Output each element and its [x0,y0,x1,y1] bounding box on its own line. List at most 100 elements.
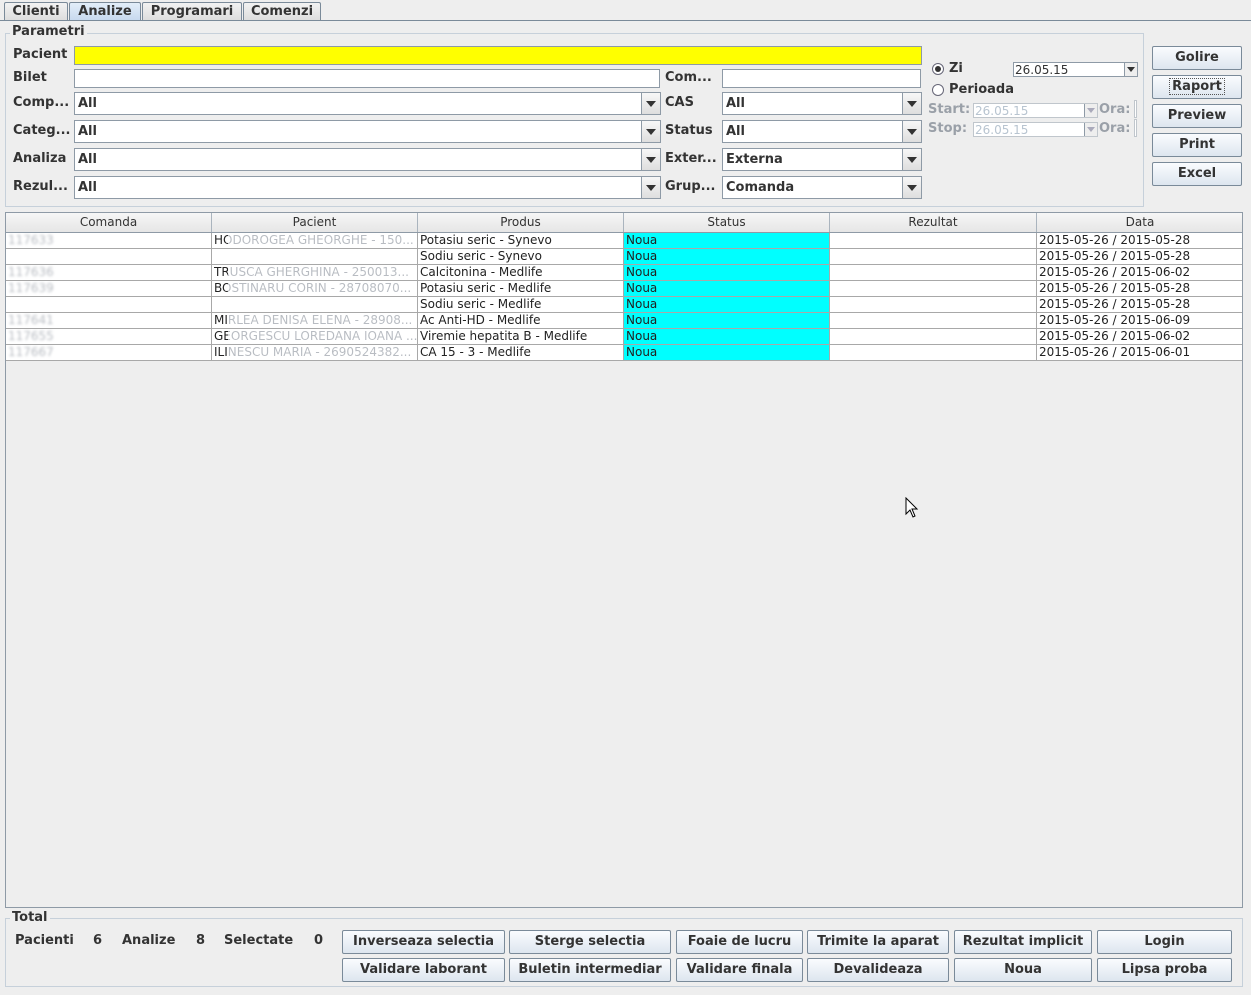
exter-select[interactable]: Externa [722,148,922,171]
chevron-down-icon[interactable] [641,149,660,170]
zi-radio[interactable] [932,63,944,75]
raport-button[interactable]: Raport [1152,75,1242,99]
chevron-down-icon[interactable] [902,149,921,170]
tab-comenzi[interactable]: Comenzi [243,2,321,21]
cell-data: 2015-05-26 / 2015-05-28 [1037,281,1242,297]
golire-button[interactable]: Golire [1152,46,1242,70]
stop-ora-label: Ora: [1099,121,1131,136]
tab-clienti[interactable]: Clienti [4,2,68,21]
rezul-select[interactable]: All [74,176,661,199]
table-row[interactable]: 117641 MIRLEA DENISA ELENA - 28908... Ac A… [6,313,1242,329]
excel-button[interactable]: Excel [1152,162,1242,186]
col-data[interactable]: Data [1037,213,1242,232]
cell-rezultat [830,249,1037,265]
cell-rezultat [830,313,1037,329]
cell-comanda: 117636 [6,265,212,281]
print-button[interactable]: Print [1152,133,1242,157]
chevron-down-icon[interactable] [641,93,660,114]
devalideaza-button[interactable]: Devalideaza [807,958,949,982]
zi-date-select[interactable]: 26.05.15 [1013,62,1138,77]
sterge-selectia-button[interactable]: Sterge selectia [509,930,671,954]
chevron-down-icon[interactable] [1084,104,1097,117]
chevron-down-icon[interactable] [641,121,660,142]
analize-count: 8 [196,933,206,948]
table-row[interactable]: Sodiu seric - Synevo Noua 2015-05-26 / 201… [6,249,1242,265]
rezul-label: Rezul... [13,179,68,194]
cell-comanda [6,297,212,313]
tab-analize[interactable]: Analize [69,2,141,21]
cell-pacient-text: MIRLEA DENISA ELENA - 28908... [214,313,413,327]
start-date-select[interactable]: 26.05.15 [973,103,1098,118]
table-row[interactable]: 117667 ILINESCU MARIA - 2690524382... CA 1… [6,345,1242,361]
foaie-de-lucru-button[interactable]: Foaie de lucru [676,930,803,954]
rezul-value: All [78,180,97,195]
raport-button-label: Raport [1169,78,1225,95]
chevron-down-icon[interactable] [902,93,921,114]
stop-date-select[interactable]: 26.05.15 [973,122,1098,137]
status-label: Status [665,123,713,138]
bilet-input[interactable] [74,69,660,88]
exter-label: Exter... [665,151,717,166]
status-select[interactable]: All [722,120,922,143]
trimite-la-aparat-button[interactable]: Trimite la aparat [807,930,949,954]
table-row[interactable]: Sodiu seric - Medlife Noua 2015-05-26 / 20… [6,297,1242,313]
col-produs[interactable]: Produs [418,213,624,232]
chevron-down-icon[interactable] [1084,123,1097,136]
perioada-radio[interactable] [932,84,944,96]
pacient-input[interactable] [74,46,922,65]
validare-finala-button[interactable]: Validare finala [676,958,803,982]
noua-button[interactable]: Noua [954,958,1092,982]
cell-status: Noua [624,249,830,265]
cell-status: Noua [624,265,830,281]
tab-programari[interactable]: Programari [142,2,242,21]
cell-comanda-text: 117641 [8,313,54,327]
col-comanda[interactable]: Comanda [6,213,212,232]
start-ora-field[interactable] [1134,100,1137,118]
rezultat-implicit-button[interactable]: Rezultat implicit [954,930,1092,954]
login-button[interactable]: Login [1097,930,1232,954]
tab-divider [0,20,1251,21]
chevron-down-icon[interactable] [641,177,660,198]
chevron-down-icon[interactable] [902,177,921,198]
lipsa-proba-button[interactable]: Lipsa proba [1097,958,1232,982]
cell-rezultat [830,233,1037,249]
cell-rezultat [830,265,1037,281]
cell-comanda [6,249,212,265]
analize-label: Analize [122,933,176,948]
grup-select[interactable]: Comanda [722,176,922,199]
cell-pacient-text: BOSTINARU CORIN - 28708070... [214,281,412,295]
inverseaza-selectia-button[interactable]: Inverseaza selectia [342,930,505,954]
cell-produs: Viremie hepatita B - Medlife [418,329,624,345]
cell-status-text: Noua [626,281,658,295]
cell-data: 2015-05-26 / 2015-05-28 [1037,297,1242,313]
table-row[interactable]: 117636 TRUSCA GHERGHINA - 250013... Calcit… [6,265,1242,281]
col-rezultat[interactable]: Rezultat [830,213,1037,232]
col-status[interactable]: Status [624,213,830,232]
selectate-count: 0 [314,933,324,948]
preview-button[interactable]: Preview [1152,104,1242,128]
cas-select[interactable]: All [722,92,922,115]
results-table[interactable]: Comanda Pacient Produs Status Rezultat D… [5,212,1243,908]
cell-pacient: GEORGESCU LOREDANA IOANA ... [212,329,418,345]
chevron-down-icon[interactable] [902,121,921,142]
zi-date-value: 26.05.15 [1015,63,1069,77]
cell-status-text: Noua [626,249,658,263]
cell-produs: Calcitonina - Medlife [418,265,624,281]
col-pacient[interactable]: Pacient [212,213,418,232]
table-row[interactable]: 117633 HODOROGEA GHEORGHE - 150... Potasiu… [6,233,1242,249]
table-row[interactable]: 117639 BOSTINARU CORIN - 28708070... Potas… [6,281,1242,297]
chevron-down-icon[interactable] [1124,63,1137,76]
validare-laborant-button[interactable]: Validare laborant [342,958,505,982]
table-row[interactable]: 117655 GEORGESCU LOREDANA IOANA ... Viremi… [6,329,1242,345]
cell-status: Noua [624,281,830,297]
categ-select[interactable]: All [74,120,661,143]
cell-comanda-text: 117633 [8,233,54,247]
com-input[interactable] [722,69,921,88]
cell-status: Noua [624,233,830,249]
analiza-select[interactable]: All [74,148,661,171]
start-ora-label: Ora: [1099,102,1131,117]
cell-data: 2015-05-26 / 2015-06-09 [1037,313,1242,329]
comp-select[interactable]: All [74,92,661,115]
buletin-intermediar-button[interactable]: Buletin intermediar [509,958,671,982]
stop-ora-field[interactable] [1134,119,1137,137]
